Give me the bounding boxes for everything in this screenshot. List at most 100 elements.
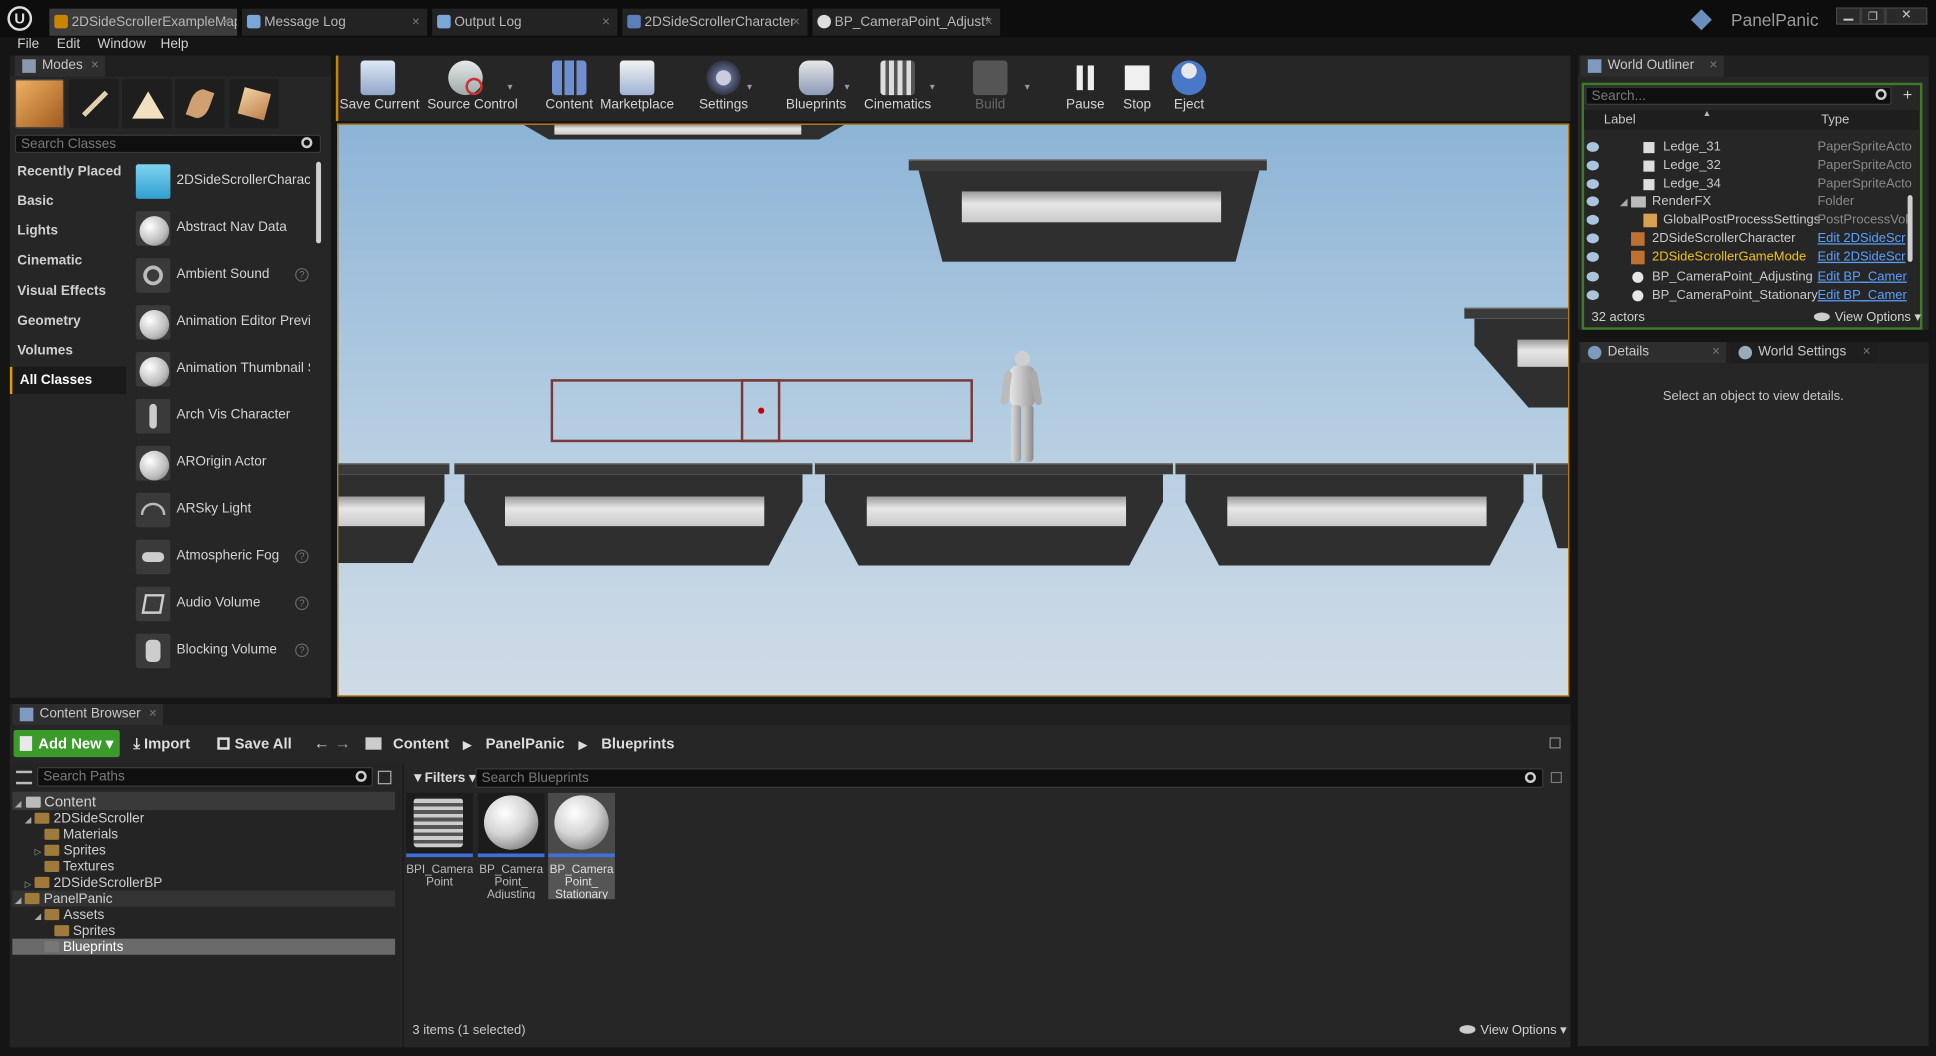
visibility-eye-icon[interactable] [1586,271,1599,282]
edit-blueprint-link[interactable]: Edit BP_Camer [1817,268,1906,287]
tab-modes[interactable]: Modes × [14,55,105,77]
outliner-row[interactable]: Ledge_34 PaperSpriteActo [1584,175,1919,194]
forward-arrow-icon[interactable]: → [335,734,351,753]
add-actor-icon[interactable]: + [1899,86,1916,103]
close-icon[interactable]: × [1863,342,1871,363]
cinematics-button[interactable]: Cinematics [859,57,936,119]
category-basic[interactable]: Basic [10,188,126,215]
close-icon[interactable]: × [149,704,157,725]
class-item[interactable]: AROrigin Actor [133,442,316,486]
geometry-mode-icon[interactable] [229,79,280,129]
close-icon[interactable]: × [985,9,993,36]
edit-blueprint-link[interactable]: Edit 2DSideScr [1817,248,1905,267]
outliner-row[interactable]: ◢ RenderFX Folder [1584,193,1919,212]
import-button[interactable]: ⤓ Import [133,735,190,754]
help-icon[interactable]: ? [295,596,309,611]
view-options-button[interactable]: View Options ▾ [1480,1023,1566,1038]
class-item[interactable]: Animation Thumbnail S [133,348,316,392]
category-visual-effects[interactable]: Visual Effects [10,278,126,305]
close-icon[interactable]: × [792,9,800,36]
back-arrow-icon[interactable]: ← [314,734,330,753]
help-icon[interactable]: ? [295,268,309,282]
asset-tile-selected[interactable]: BP_Camera Point_ Stationary [548,792,615,900]
class-list-scrollbar[interactable] [316,161,322,244]
class-item[interactable]: Arch Vis Character [133,395,316,439]
tab-level-map[interactable]: 2DSideScrollerExampleMap* × [49,8,238,36]
camera-bounds-box[interactable] [550,379,973,443]
visibility-eye-icon[interactable] [1586,160,1599,171]
category-geometry[interactable]: Geometry [10,308,126,335]
tree-item-content[interactable]: ◢ Content [15,794,96,810]
close-icon[interactable]: × [222,9,230,36]
class-item[interactable]: ARSky Light [133,489,316,533]
tab-details[interactable]: Details × [1580,342,1727,364]
blueprints-button[interactable]: Blueprints [778,57,855,119]
category-recently-placed[interactable]: Recently Placed [10,158,126,185]
source-control-button[interactable]: Source Control [427,57,518,119]
content-button[interactable]: Content [531,57,608,119]
place-mode-icon[interactable] [14,79,65,129]
breadcrumb-blueprints[interactable]: Blueprints [601,735,674,752]
eject-button[interactable]: Eject [1151,57,1228,119]
type-column-header[interactable]: Type [1821,110,1849,130]
dropdown-arrow-icon[interactable]: ▾ [747,82,752,93]
list-view-icon[interactable] [377,770,392,785]
save-search-icon[interactable] [1550,771,1562,784]
category-lights[interactable]: Lights [10,217,126,244]
tree-item[interactable]: ▷ 2DSideScrollerBP [25,876,163,892]
paint-mode-icon[interactable] [69,79,119,129]
visibility-eye-icon[interactable] [1586,251,1599,262]
category-all-classes[interactable]: All Classes [9,366,126,394]
asset-tile[interactable]: BPI_Camera Point [406,792,473,899]
outliner-row[interactable]: 2DSideScrollerGameMode Edit 2DSideScr [1584,248,1919,267]
tree-item[interactable]: Sprites [54,924,115,940]
menu-edit[interactable]: Edit [57,37,80,52]
search-classes-input[interactable]: Search Classes [14,134,322,154]
label-column-header[interactable]: Label [1604,110,1636,130]
search-assets-input[interactable]: Search Blueprints [475,768,1544,788]
lock-icon[interactable] [1549,737,1561,749]
close-icon[interactable]: × [1710,56,1718,77]
save-current-button[interactable]: Save Current [340,57,420,119]
outliner-row[interactable]: Ledge_31 PaperSpriteActo [1584,138,1919,157]
class-item[interactable]: Animation Editor Previe [133,301,316,345]
maximize-button[interactable]: ❐ [1860,7,1886,25]
outliner-row[interactable]: Ledge_32 PaperSpriteActo [1584,157,1919,176]
dropdown-arrow-icon[interactable]: ▾ [1025,82,1030,93]
unreal-logo-icon[interactable]: U [7,6,33,31]
dropdown-arrow-icon[interactable]: ▾ [845,82,850,93]
search-paths-input[interactable]: Search Paths [37,766,373,787]
edit-blueprint-link[interactable]: Edit 2DSideScr [1817,230,1905,249]
build-button[interactable]: Build [952,57,1029,119]
tab-world-outliner[interactable]: World Outliner × [1580,55,1724,77]
menu-help[interactable]: Help [161,37,189,52]
visibility-eye-icon[interactable] [1586,179,1599,189]
collapse-arrow-icon[interactable]: ◢ [1620,193,1628,212]
tab-message-log[interactable]: Message Log × [242,8,428,36]
menu-window[interactable]: Window [98,37,146,52]
outliner-row[interactable]: 2DSideScrollerCharacter Edit 2DSideScr [1584,230,1919,249]
class-item[interactable]: 2DSideScrollerCharact [133,161,316,205]
edit-blueprint-link[interactable]: Edit BP_Camer [1817,287,1906,306]
add-new-button[interactable]: Add New ▾ [13,729,120,758]
outliner-search-input[interactable]: Search... [1585,86,1892,105]
visibility-eye-icon[interactable] [1586,142,1599,152]
class-item[interactable]: Ambient Sound? [133,254,316,298]
level-viewport[interactable] [337,123,1570,697]
category-cinematic[interactable]: Cinematic [10,247,126,274]
save-all-button[interactable]: Save All [217,735,292,752]
outliner-row[interactable]: GlobalPostProcessSettings PostProcessVol [1584,211,1919,230]
tree-item[interactable]: ▷ Sprites [35,844,106,860]
tab-world-settings[interactable]: World Settings × [1731,342,1877,364]
tree-item[interactable]: Textures [44,860,114,876]
visibility-eye-icon[interactable] [1586,196,1599,207]
tab-content-browser[interactable]: Content Browser × [12,704,163,726]
foliage-mode-icon[interactable] [175,79,225,129]
help-icon[interactable]: ? [295,643,309,658]
tab-camera-point-blueprint[interactable]: BP_CameraPoint_Adjust* × [812,8,1001,36]
tree-item[interactable]: Materials [44,828,118,844]
tree-item[interactable]: ◢ 2DSideScroller [25,811,145,827]
breadcrumb-panelpanic[interactable]: PanelPanic [486,735,565,752]
dropdown-arrow-icon[interactable]: ▾ [507,82,512,93]
landscape-mode-icon[interactable] [122,79,172,129]
